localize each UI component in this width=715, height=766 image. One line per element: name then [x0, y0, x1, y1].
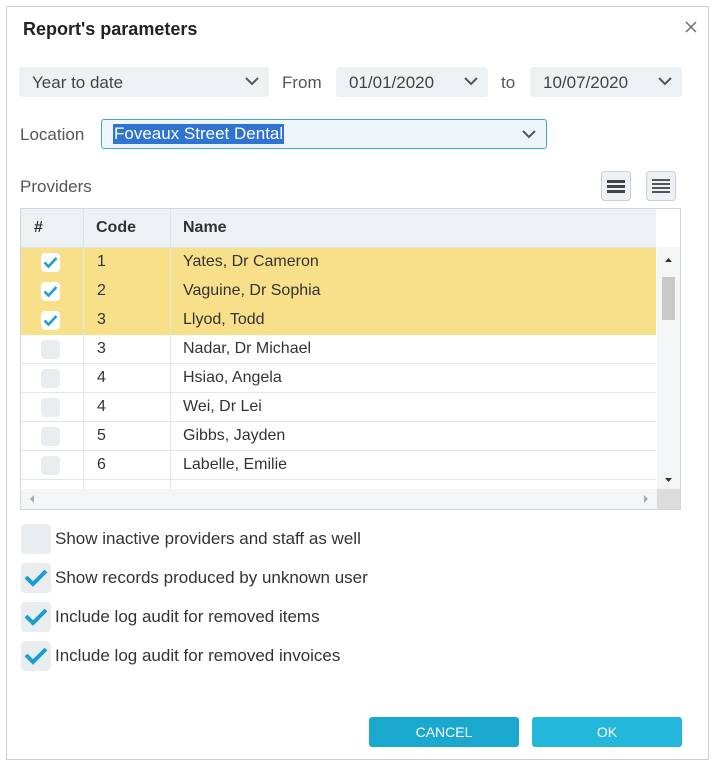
providers-grid: # Code Name 1 Yates, Dr Cameron 2 Vaguine, … [20, 208, 681, 510]
chevron-down-icon [464, 77, 478, 86]
table-row[interactable]: 4 Hsiao, Angela [21, 364, 656, 393]
from-date-value: 01/01/2020 [349, 73, 435, 92]
compact-list-icon [652, 179, 670, 193]
row-code: 2 [97, 282, 106, 299]
from-label: From [282, 73, 322, 92]
scroll-right-icon[interactable] [639, 489, 653, 509]
table-row[interactable]: 2 Vaguine, Dr Sophia [21, 277, 656, 306]
chevron-down-icon [245, 77, 259, 86]
compact-view-button[interactable] [646, 171, 676, 201]
location-label: Location [20, 125, 85, 144]
option-checkbox[interactable] [21, 524, 51, 554]
row-checkbox[interactable] [41, 253, 60, 272]
period-value: Year to date [32, 73, 124, 92]
chevron-down-icon [658, 77, 672, 86]
checkmark-icon [24, 569, 48, 587]
column-header-name[interactable]: Name [183, 219, 227, 237]
to-label: to [501, 73, 516, 92]
row-checkbox[interactable] [41, 369, 60, 388]
vertical-scrollbar[interactable] [657, 247, 680, 489]
column-header-code[interactable]: Code [96, 219, 136, 237]
list-view-icon [607, 180, 625, 193]
to-date-select[interactable]: 10/07/2020 [530, 67, 682, 97]
checkmark-icon [24, 608, 48, 626]
from-date-select[interactable]: 01/01/2020 [336, 67, 488, 97]
grid-header: # Code Name [21, 209, 656, 248]
scroll-corner [657, 489, 680, 509]
checkmark-icon [43, 257, 58, 269]
row-name: Wei, Dr Lei [183, 398, 262, 415]
row-name: Hsiao, Angela [183, 369, 282, 386]
providers-label: Providers [20, 177, 92, 196]
row-name: Llyod, Todd [183, 311, 265, 328]
row-name: Yates, Dr Cameron [183, 253, 319, 270]
table-row[interactable]: 5 Gibbs, Jayden [21, 422, 656, 451]
row-checkbox[interactable] [41, 311, 60, 330]
checkmark-icon [24, 647, 48, 665]
option-checkbox[interactable] [21, 602, 51, 632]
row-checkbox[interactable] [41, 427, 60, 446]
row-code: 5 [97, 427, 106, 444]
row-code: 3 [97, 340, 106, 357]
column-header-check[interactable]: # [34, 219, 43, 237]
row-checkbox[interactable] [41, 398, 60, 417]
row-name: Vaguine, Dr Sophia [183, 282, 321, 299]
option-checkbox[interactable] [21, 563, 51, 593]
location-value: Foveaux Street Dental [113, 124, 285, 144]
option-label: Include log audit for removed items [55, 607, 320, 626]
to-date-value: 10/07/2020 [543, 73, 629, 92]
row-code: 6 [97, 456, 106, 473]
option-label: Include log audit for removed invoices [55, 646, 341, 665]
row-code: 3 [97, 311, 106, 328]
horizontal-scrollbar[interactable] [21, 489, 657, 509]
ok-button[interactable]: OK [532, 717, 682, 747]
scroll-up-icon[interactable] [657, 253, 680, 267]
cancel-button[interactable]: CANCEL [369, 717, 519, 747]
table-row[interactable]: 1 Yates, Dr Cameron [21, 248, 656, 277]
row-checkbox[interactable] [41, 282, 60, 301]
table-row[interactable]: 4 Wei, Dr Lei [21, 393, 656, 422]
location-select[interactable]: Foveaux Street Dental [101, 119, 547, 149]
row-code: 4 [97, 369, 106, 386]
row-name: Gibbs, Jayden [183, 427, 286, 444]
row-code: 4 [97, 398, 106, 415]
table-row[interactable]: 3 Nadar, Dr Michael [21, 335, 656, 364]
checkmark-icon [43, 286, 58, 298]
list-view-button[interactable] [601, 171, 631, 201]
option-label: Show records produced by unknown user [55, 568, 368, 587]
period-select[interactable]: Year to date [19, 67, 269, 97]
option-label: Show inactive providers and staff as wel… [55, 529, 361, 548]
row-checkbox[interactable] [41, 456, 60, 475]
table-row[interactable]: 3 Llyod, Todd [21, 306, 656, 335]
checkmark-icon [43, 315, 58, 327]
chevron-down-icon [522, 130, 536, 139]
row-name: Labelle, Emilie [183, 456, 288, 473]
dialog-title: Report's parameters [23, 19, 198, 39]
row-checkbox[interactable] [41, 340, 60, 359]
scroll-left-icon[interactable] [25, 489, 39, 509]
scroll-thumb[interactable] [662, 277, 675, 320]
row-name: Nadar, Dr Michael [183, 340, 312, 357]
option-checkbox[interactable] [21, 641, 51, 671]
table-row[interactable]: 6 Labelle, Emilie [21, 451, 656, 480]
close-icon[interactable] [683, 19, 699, 35]
row-code: 1 [97, 253, 106, 270]
scroll-down-icon[interactable] [657, 473, 680, 487]
